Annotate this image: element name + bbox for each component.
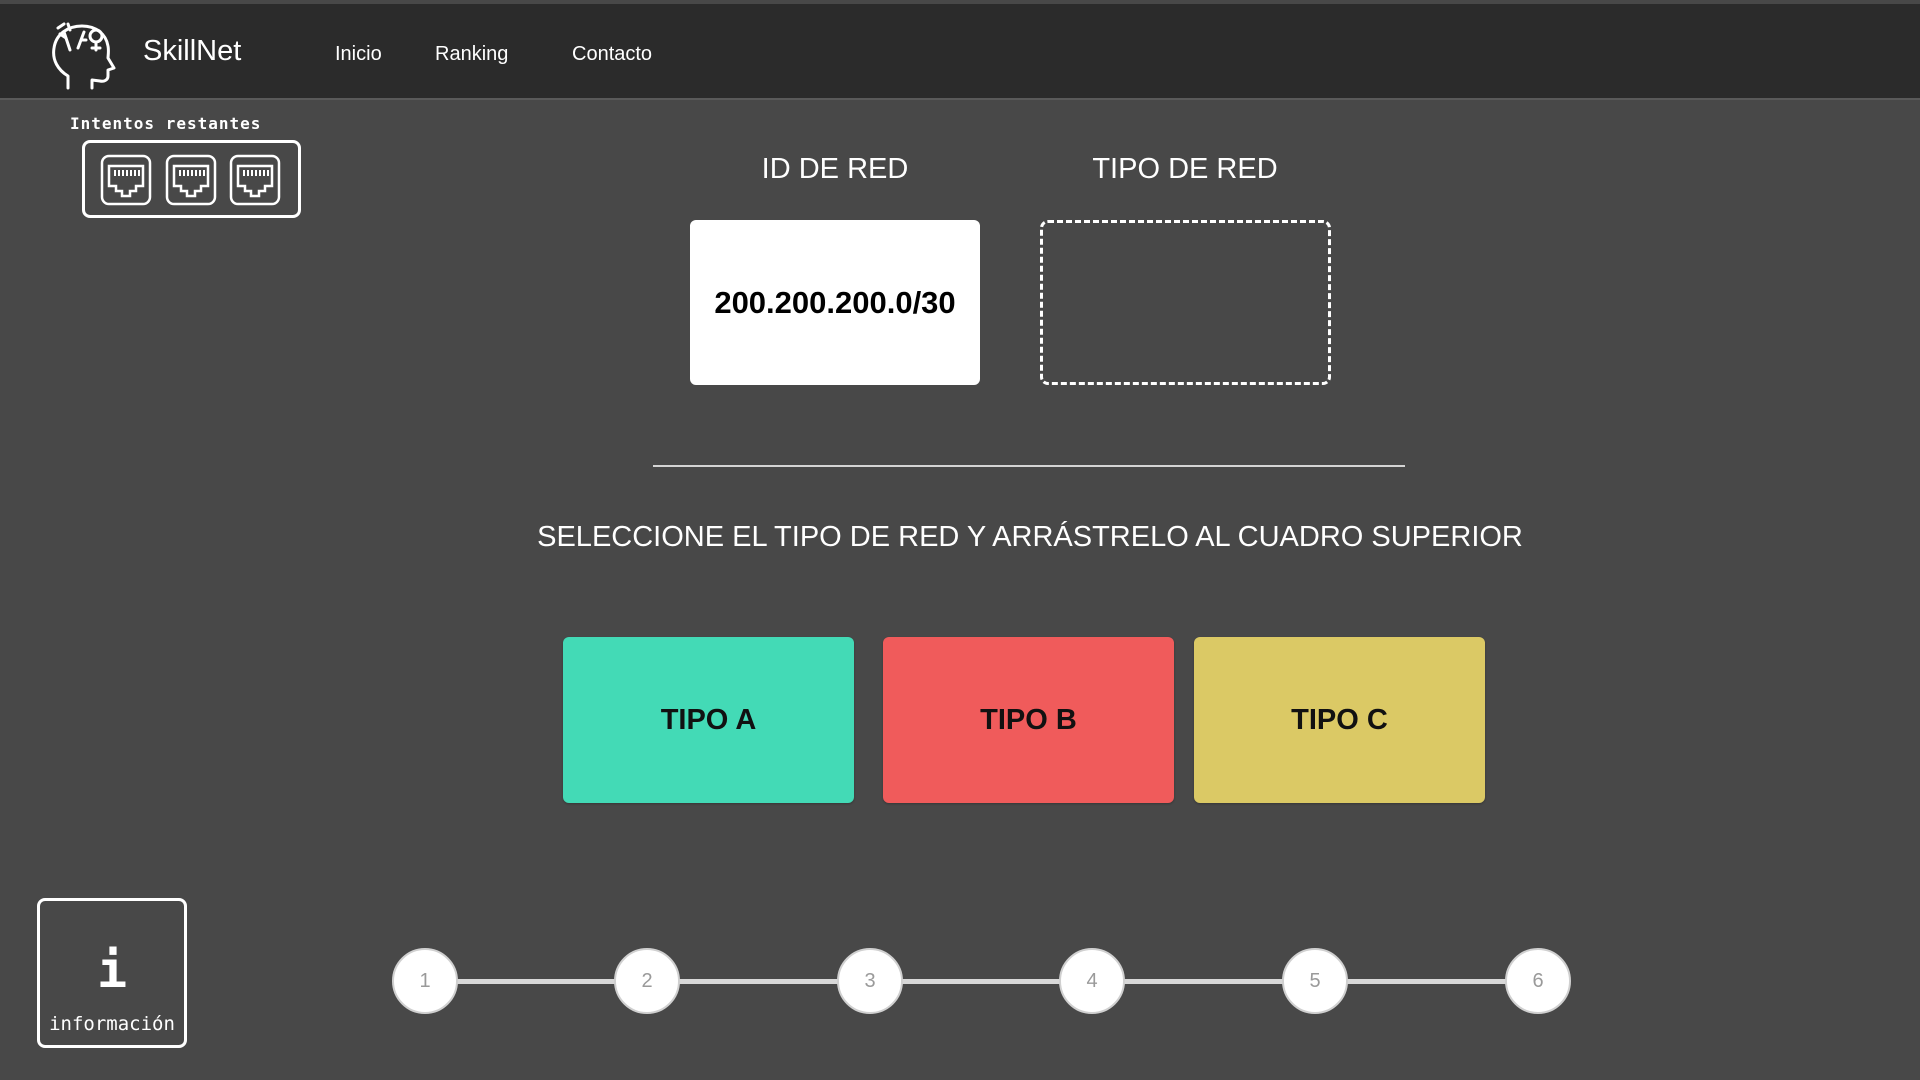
network-type-label: TIPO DE RED <box>1092 153 1278 185</box>
attempts-remaining-box <box>82 140 301 218</box>
step-3[interactable]: 3 <box>837 948 903 1014</box>
game-page: SkillNet Inicio Ranking Contacto Intento… <box>0 0 1920 1080</box>
type-c-label: TIPO C <box>1291 703 1388 736</box>
ethernet-port-icon <box>229 154 281 206</box>
info-icon: i <box>96 941 128 999</box>
nav-link-ranking[interactable]: Ranking <box>435 42 508 66</box>
type-a-card[interactable]: TIPO A <box>563 637 854 803</box>
nav-link-inicio[interactable]: Inicio <box>335 42 382 66</box>
brand-name[interactable]: SkillNet <box>143 34 241 68</box>
ethernet-port-icon <box>165 154 217 206</box>
ethernet-port-icon <box>100 154 152 206</box>
network-id-box: 200.200.200.0/30 <box>690 220 980 385</box>
network-id-label: ID DE RED <box>761 153 909 185</box>
step-4[interactable]: 4 <box>1059 948 1125 1014</box>
type-a-label: TIPO A <box>660 703 757 736</box>
nav-link-contacto[interactable]: Contacto <box>572 42 652 66</box>
type-b-label: TIPO B <box>980 703 1077 736</box>
step-2[interactable]: 2 <box>614 948 680 1014</box>
instruction-text: SELECCIONE EL TIPO DE RED Y ARRÁSTRELO A… <box>537 521 1523 553</box>
step-6[interactable]: 6 <box>1505 948 1571 1014</box>
stepper-track <box>425 979 1539 984</box>
info-button[interactable]: i información <box>37 898 187 1048</box>
network-type-drop-zone[interactable] <box>1040 220 1331 385</box>
type-c-card[interactable]: TIPO C <box>1194 637 1485 803</box>
type-b-card[interactable]: TIPO B <box>883 637 1174 803</box>
top-navbar: SkillNet Inicio Ranking Contacto <box>0 4 1920 100</box>
attempts-label: Intentos restantes <box>70 114 262 133</box>
network-id-value: 200.200.200.0/30 <box>714 284 956 320</box>
head-gears-logo-icon <box>52 22 116 90</box>
section-divider <box>653 465 1405 467</box>
info-label: información <box>49 1013 175 1035</box>
step-1[interactable]: 1 <box>392 948 458 1014</box>
step-5[interactable]: 5 <box>1282 948 1348 1014</box>
